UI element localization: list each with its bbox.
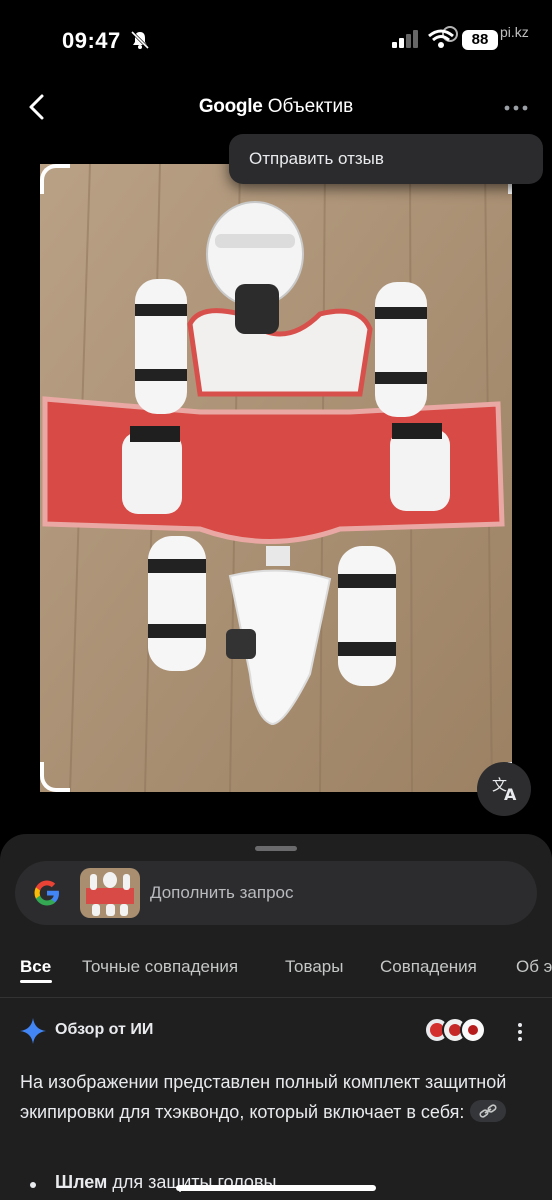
source-favicon <box>460 1017 486 1043</box>
ai-overview-paragraph: На изображении представлен полный компле… <box>20 1072 507 1122</box>
more-horiz-icon[interactable] <box>504 104 528 112</box>
bell-off-icon <box>130 30 150 50</box>
translate-button[interactable]: 文 A <box>477 762 531 816</box>
watermark-text: pi.kz <box>500 24 529 40</box>
send-feedback-menu-item[interactable]: Отправить отзыв <box>249 149 384 169</box>
top-app-bar: Google Объектив <box>0 84 552 130</box>
active-tab-indicator <box>20 980 52 983</box>
refine-search-input[interactable]: Дополнить запрос <box>15 861 537 925</box>
tab-visual-matches[interactable]: Совпадения <box>380 957 477 977</box>
link-icon <box>479 1104 497 1118</box>
crop-corner-top-left[interactable] <box>40 164 70 194</box>
search-image[interactable] <box>40 164 512 792</box>
taekwondo-gear-photo <box>40 164 512 792</box>
tab-exact-matches[interactable]: Точные совпадения <box>82 957 238 977</box>
sheet-drag-handle[interactable] <box>255 846 297 851</box>
tab-all[interactable]: Все <box>20 957 51 977</box>
app-title: Google Объектив <box>0 96 552 118</box>
ai-overview-header: Обзор от ИИ <box>0 1016 552 1046</box>
results-bottom-sheet: Дополнить запрос Все Точные совпадения Т… <box>0 834 552 1200</box>
crop-corner-bottom-left[interactable] <box>40 762 70 792</box>
bullet-dot <box>30 1182 36 1188</box>
signal-icon <box>392 30 418 48</box>
title-product: Объектив <box>267 96 354 117</box>
kebab-icon[interactable] <box>516 1022 524 1042</box>
overflow-menu: Отправить отзыв <box>229 134 543 184</box>
ai-overview-text: На изображении представлен полный компле… <box>20 1067 525 1127</box>
link-chip[interactable] <box>470 1100 507 1123</box>
watermark-logo-icon <box>442 26 458 42</box>
tab-about[interactable]: Об э <box>516 957 552 977</box>
source-favicons[interactable] <box>424 1017 488 1045</box>
svg-text:A: A <box>504 785 517 804</box>
google-g-icon <box>34 880 59 906</box>
status-time: 09:47 <box>62 28 121 53</box>
ai-overview-title: Обзор от ИИ <box>55 1021 154 1038</box>
query-image-thumbnail[interactable] <box>80 868 140 918</box>
translate-icon: 文 A <box>492 776 517 804</box>
sparkle-icon <box>20 1018 46 1044</box>
search-placeholder: Дополнить запрос <box>150 883 294 902</box>
home-indicator[interactable] <box>176 1185 376 1191</box>
tab-products[interactable]: Товары <box>285 957 343 977</box>
title-brand: Google <box>198 96 263 117</box>
bullet-bold: Шлем <box>55 1172 108 1192</box>
result-tabs: Все Точные совпадения Товары Совпадения … <box>0 948 552 998</box>
status-bar: 09:47 88 pi.kz <box>0 0 552 80</box>
battery-indicator: 88 <box>462 30 498 50</box>
